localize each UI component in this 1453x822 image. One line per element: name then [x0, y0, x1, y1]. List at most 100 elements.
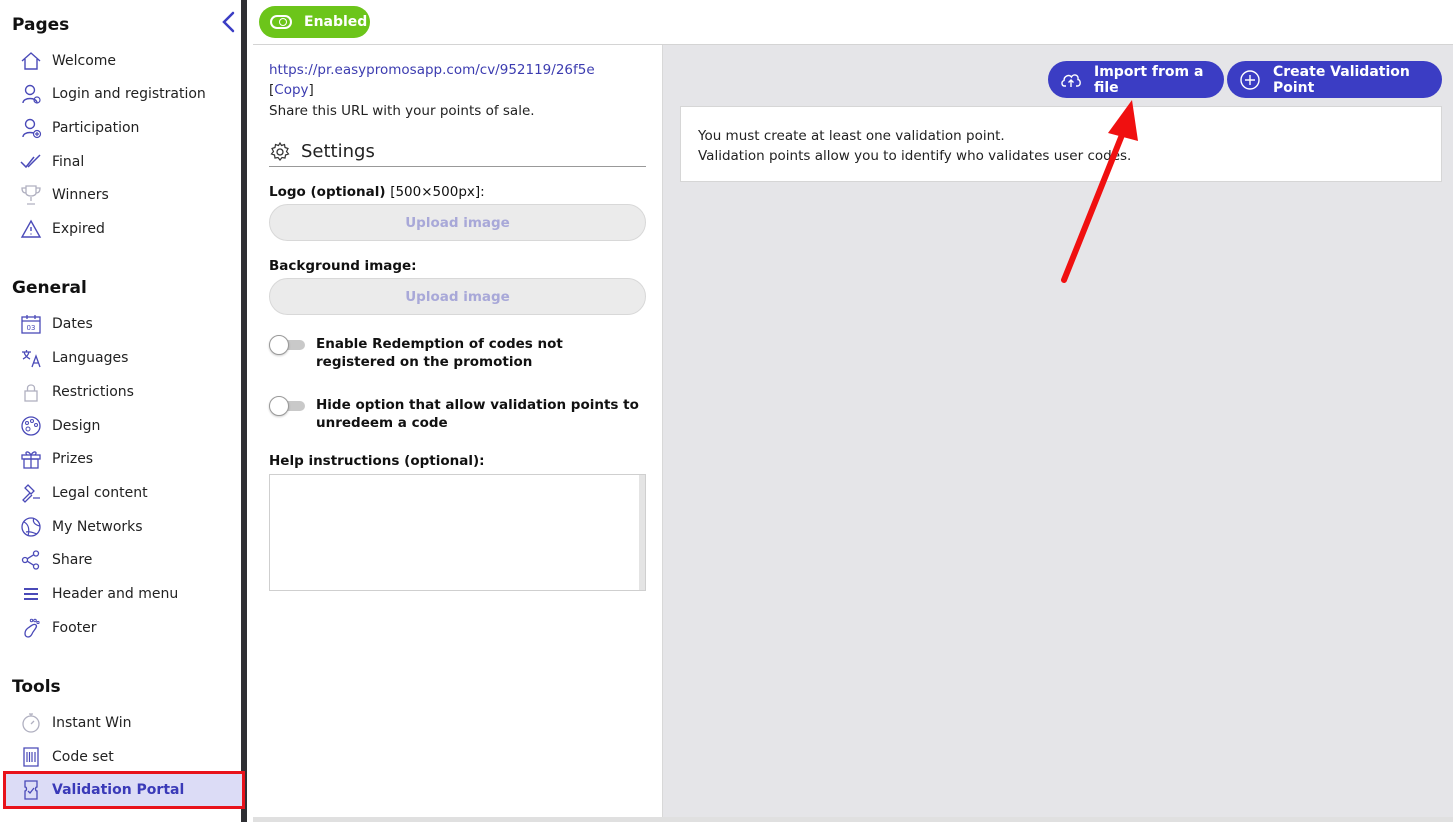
- topbar: Enabled: [253, 0, 1453, 45]
- chevron-left-icon: [222, 11, 235, 33]
- info-line-1: You must create at least one validation …: [698, 128, 1005, 144]
- sidebar-item-my-networks[interactable]: My Networks: [6, 512, 242, 542]
- settings-panel: https://pr.easypromosapp.com/cv/952119/2…: [253, 45, 663, 817]
- svg-text:03: 03: [27, 324, 36, 332]
- sidebar-item-label: Final: [52, 154, 85, 170]
- sidebar-item-dates[interactable]: 03 Dates: [6, 309, 242, 339]
- home-icon: [18, 50, 44, 72]
- redemption-toggle[interactable]: [269, 335, 306, 355]
- sidebar-item-design[interactable]: Design: [6, 411, 242, 441]
- stopwatch-icon: [18, 712, 44, 734]
- sidebar-item-label: Restrictions: [52, 384, 134, 400]
- sidebar-item-restrictions[interactable]: Restrictions: [6, 377, 242, 407]
- logo-label-row: Logo (optional) [500×500px]:: [269, 184, 485, 200]
- sidebar-item-footer[interactable]: Footer: [6, 613, 242, 643]
- sidebar: Pages Welcome Login and registration Par…: [0, 0, 247, 822]
- ticket-check-icon: [18, 779, 44, 801]
- unredeem-toggle[interactable]: [269, 396, 306, 416]
- sidebar-item-label: Share: [52, 552, 93, 568]
- sidebar-item-label: Legal content: [52, 485, 148, 501]
- bottom-border: [253, 817, 1453, 822]
- section-title-tools: Tools: [12, 677, 61, 697]
- sidebar-item-label: My Networks: [52, 519, 143, 535]
- sidebar-item-label: Prizes: [52, 451, 94, 467]
- sidebar-item-languages[interactable]: Languages: [6, 343, 242, 373]
- validation-points-area: Import from a file Create Validation Poi…: [663, 45, 1453, 817]
- sidebar-item-label: Welcome: [52, 53, 117, 69]
- sidebar-item-label: Instant Win: [52, 715, 132, 731]
- enabled-label: Enabled: [304, 14, 368, 30]
- sidebar-item-winners[interactable]: Winners: [6, 180, 242, 210]
- import-from-file-button[interactable]: Import from a file: [1048, 61, 1224, 98]
- logo-size-hint: [500×500px]:: [390, 184, 485, 200]
- user-plus-icon: [18, 117, 44, 139]
- sidebar-item-validation-portal[interactable]: Validation Portal: [3, 771, 245, 809]
- enabled-toggle-button[interactable]: Enabled: [259, 6, 370, 38]
- menu-icon: [18, 583, 44, 605]
- check-double-icon: [18, 151, 44, 173]
- collapse-sidebar-button[interactable]: [219, 10, 239, 34]
- sidebar-item-prizes[interactable]: Prizes: [6, 444, 242, 474]
- warning-icon: [18, 218, 44, 240]
- calendar-icon: 03: [18, 313, 44, 335]
- sidebar-item-header-and-menu[interactable]: Header and menu: [6, 579, 242, 609]
- sidebar-item-label: Footer: [52, 620, 97, 636]
- copy-bracket-close: ]: [308, 82, 314, 98]
- copy-row: [Copy]: [269, 82, 314, 98]
- share-icon: [18, 549, 44, 571]
- barcode-icon: [18, 746, 44, 768]
- sidebar-item-label: Validation Portal: [52, 782, 185, 798]
- sidebar-item-legal-content[interactable]: Legal content: [6, 478, 242, 508]
- section-title-general: General: [12, 278, 87, 298]
- sidebar-item-label: Login and registration: [52, 86, 206, 102]
- redemption-toggle-label: Enable Redemption of codes not registere…: [316, 336, 563, 370]
- sidebar-item-final[interactable]: Final: [6, 147, 242, 177]
- copy-link[interactable]: Copy: [274, 82, 308, 98]
- upload-background-button[interactable]: Upload image: [269, 278, 646, 315]
- plus-circle-icon: [1239, 69, 1261, 91]
- import-label: Import from a file: [1094, 63, 1204, 96]
- globe-icon: [18, 516, 44, 538]
- sidebar-item-share[interactable]: Share: [6, 545, 242, 575]
- sidebar-item-label: Expired: [52, 221, 105, 237]
- settings-header: Settings: [269, 137, 646, 167]
- settings-title: Settings: [301, 141, 375, 162]
- palette-icon: [18, 415, 44, 437]
- sidebar-item-welcome[interactable]: Welcome: [6, 46, 242, 76]
- create-label: Create Validation Point: [1273, 63, 1410, 96]
- upload-logo-button[interactable]: Upload image: [269, 204, 646, 241]
- logo-label: Logo (optional): [269, 184, 386, 200]
- background-label: Background image:: [269, 258, 417, 274]
- info-line-2: Validation points allow you to identify …: [698, 148, 1132, 164]
- sidebar-item-label: Winners: [52, 187, 109, 203]
- share-instructions: Share this URL with your points of sale.: [269, 103, 535, 119]
- footprint-icon: [18, 617, 44, 639]
- gear-icon: [270, 141, 290, 161]
- toggle-icon: [270, 15, 292, 29]
- sidebar-item-label: Header and menu: [52, 586, 179, 602]
- gavel-icon: [18, 482, 44, 504]
- unredeem-toggle-label: Hide option that allow validation points…: [316, 397, 639, 431]
- create-validation-point-button[interactable]: Create Validation Point: [1227, 61, 1442, 98]
- portal-url-link[interactable]: https://pr.easypromosapp.com/cv/952119/2…: [269, 62, 595, 78]
- lock-icon: [18, 381, 44, 403]
- sidebar-item-label: Languages: [52, 350, 129, 366]
- section-title-pages: Pages: [12, 15, 70, 35]
- sidebar-item-label: Participation: [52, 120, 140, 136]
- sidebar-item-label: Design: [52, 418, 101, 434]
- sidebar-item-label: Code set: [52, 749, 114, 765]
- textarea-scrollbar[interactable]: [639, 475, 645, 590]
- sidebar-item-code-set[interactable]: Code set: [6, 742, 242, 772]
- cloud-upload-icon: [1060, 69, 1082, 91]
- user-icon: [18, 83, 44, 105]
- gift-icon: [18, 448, 44, 470]
- sidebar-item-login[interactable]: Login and registration: [6, 79, 242, 109]
- sidebar-item-instant-win[interactable]: Instant Win: [6, 708, 242, 738]
- help-label: Help instructions (optional):: [269, 453, 485, 469]
- sidebar-item-expired[interactable]: Expired: [6, 214, 242, 244]
- help-instructions-textarea[interactable]: [269, 474, 646, 591]
- unredeem-toggle-row: Hide option that allow validation points…: [269, 396, 646, 432]
- sidebar-item-label: Dates: [52, 316, 93, 332]
- empty-state-message: You must create at least one validation …: [680, 106, 1442, 182]
- sidebar-item-participation[interactable]: Participation: [6, 113, 242, 143]
